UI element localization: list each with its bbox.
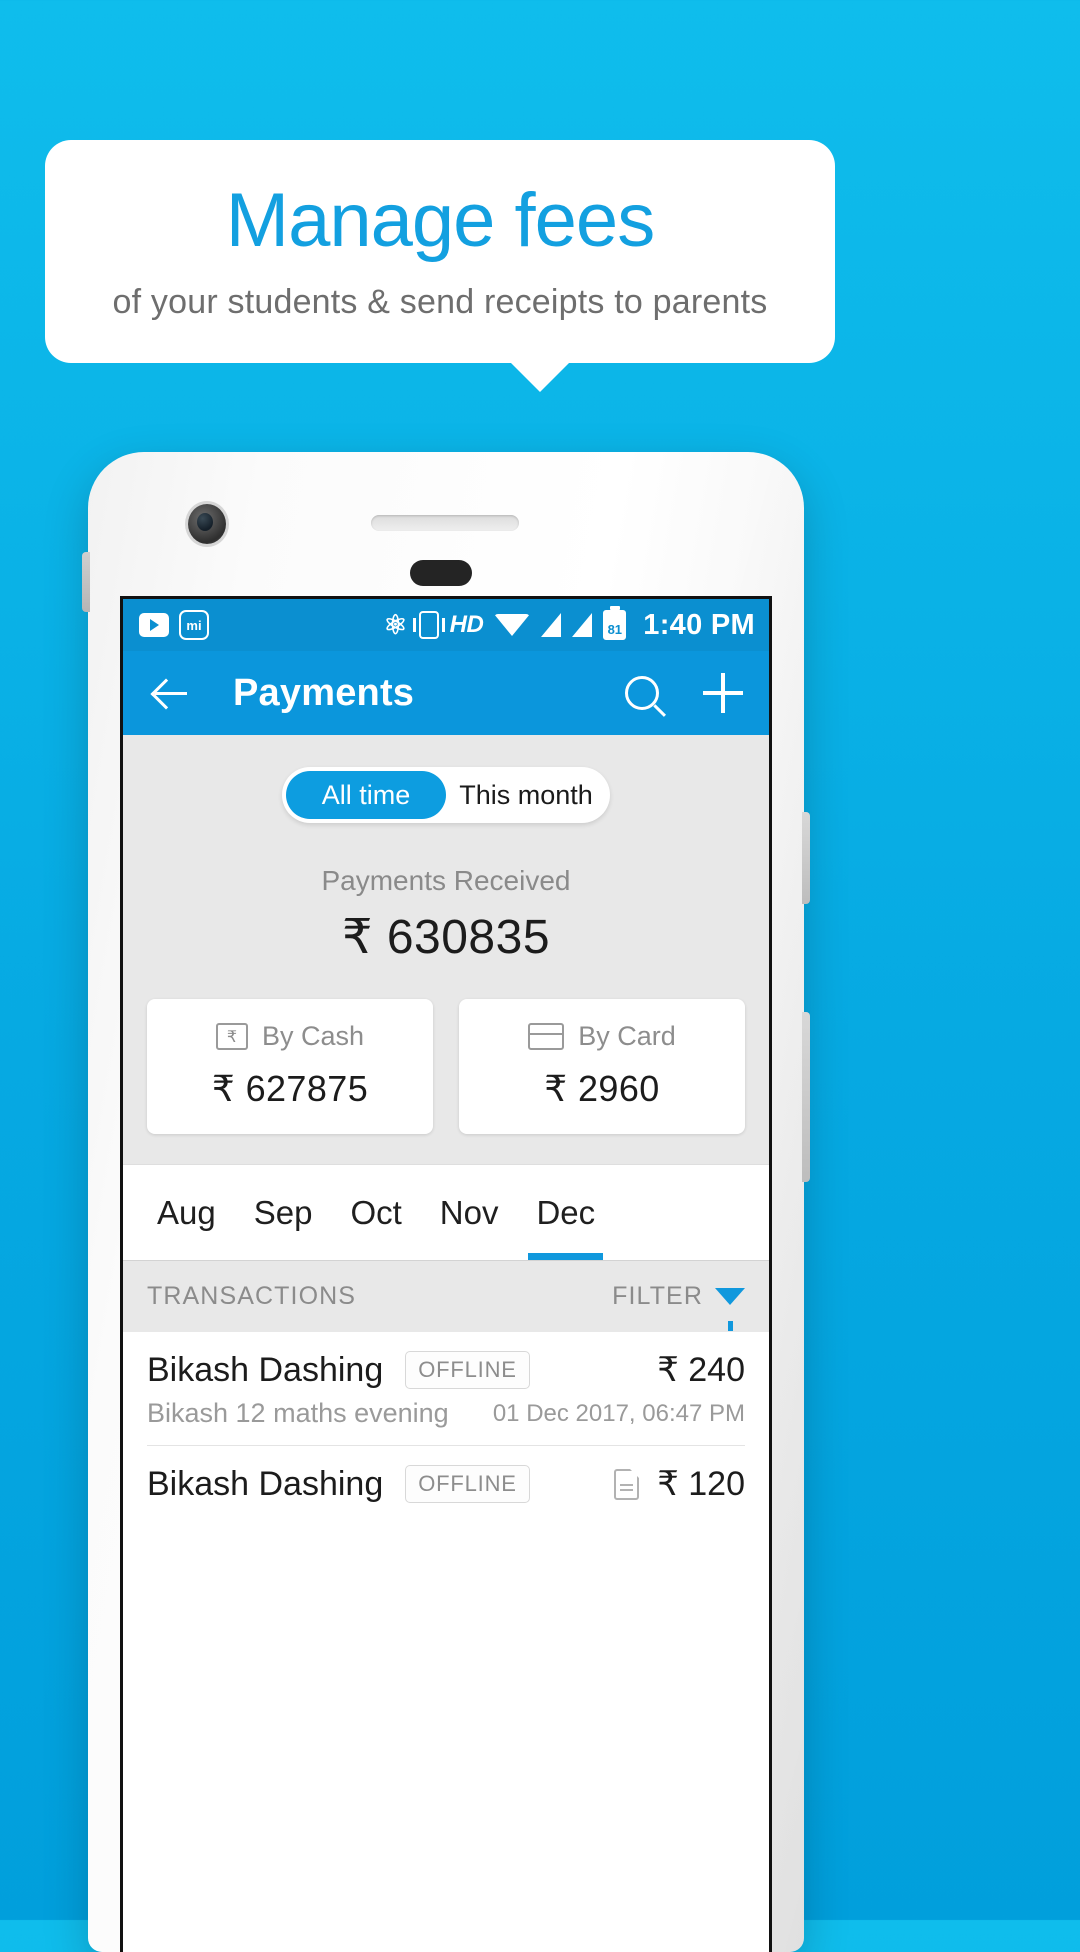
payments-received-amount: ₹ 630835	[341, 911, 551, 964]
transaction-primary-line: Bikash Dashing OFFLINE ₹ 240	[147, 1350, 745, 1390]
earpiece-speaker	[371, 515, 519, 531]
battery-level: 81	[607, 622, 623, 637]
wifi-icon	[494, 614, 531, 636]
by-card-card-header: By Card	[475, 1021, 729, 1052]
by-cash-card-header: ₹ By Cash	[163, 1021, 417, 1052]
transactions-header: TRANSACTIONS FILTER	[123, 1260, 769, 1332]
status-bar-clock: 1:40 PM	[643, 608, 755, 641]
by-card-label: By Card	[578, 1021, 676, 1051]
time-range-segmented-control: All time This month	[282, 767, 610, 823]
bluetooth-icon: ⚛	[383, 609, 408, 640]
app-bar-actions	[625, 673, 743, 713]
transaction-amount-group: ₹ 120	[614, 1464, 745, 1504]
phone-power-button	[802, 1012, 810, 1182]
proximity-sensor	[410, 560, 472, 586]
segment-this-month[interactable]: This month	[446, 771, 606, 819]
by-card-amount: ₹ 2960	[544, 1068, 660, 1109]
summary-section: All time This month Payments Received ₹ …	[123, 735, 769, 1164]
receipt-document-icon[interactable]	[614, 1468, 640, 1500]
by-card-card[interactable]: By Card ₹ 2960	[459, 999, 745, 1134]
funnel-icon	[715, 1288, 745, 1331]
table-row[interactable]: Bikash Dashing OFFLINE ₹ 240 Bikash 12 m…	[123, 1332, 769, 1446]
page-title: Payments	[233, 671, 415, 714]
transaction-primary-line: Bikash Dashing OFFLINE ₹ 120	[147, 1464, 745, 1504]
transactions-list: Bikash Dashing OFFLINE ₹ 240 Bikash 12 m…	[123, 1332, 769, 1504]
payment-method-cards: ₹ By Cash ₹ 627875 By Card ₹ 2960	[123, 965, 769, 1164]
phone-volume-button	[802, 812, 810, 904]
payments-received-label: Payments Received	[321, 865, 571, 896]
month-tab-nov[interactable]: Nov	[426, 1165, 513, 1260]
transaction-secondary-line: Bikash 12 maths evening 01 Dec 2017, 06:…	[147, 1390, 745, 1446]
status-badge: OFFLINE	[405, 1465, 530, 1503]
credit-card-icon	[528, 1023, 565, 1050]
month-tab-sep[interactable]: Sep	[240, 1165, 327, 1260]
month-tab-aug[interactable]: Aug	[143, 1165, 230, 1260]
status-bar-notifications: mi	[139, 610, 209, 640]
back-arrow-icon[interactable]	[149, 671, 193, 715]
table-row[interactable]: Bikash Dashing OFFLINE ₹ 120	[123, 1446, 769, 1504]
phone-mockup: mi ⚛ HD 81 1:40 PM Payments All time Thi…	[82, 452, 810, 1952]
status-bar: mi ⚛ HD 81 1:40 PM	[123, 599, 769, 651]
signal-icon-2	[572, 613, 593, 637]
filter-button[interactable]: FILTER	[612, 1282, 745, 1331]
transaction-date: 01 Dec 2017, 06:47 PM	[492, 1399, 745, 1427]
promo-callout-tail	[510, 362, 570, 392]
promo-subtitle: of your students & send receipts to pare…	[112, 282, 768, 321]
transaction-description: Bikash 12 maths evening	[147, 1398, 449, 1428]
by-cash-label: By Cash	[261, 1021, 365, 1051]
phone-left-button	[82, 552, 90, 612]
segment-all-time[interactable]: All time	[286, 771, 446, 819]
app-bar: Payments	[123, 651, 769, 735]
phone-screen: mi ⚛ HD 81 1:40 PM Payments All time Thi…	[120, 596, 772, 1952]
promo-callout: Manage fees of your students & send rece…	[45, 140, 835, 363]
month-tab-oct[interactable]: Oct	[336, 1165, 415, 1260]
filter-label: FILTER	[612, 1282, 703, 1310]
front-camera-icon	[188, 504, 226, 544]
month-tabs: Aug Sep Oct Nov Dec	[123, 1164, 769, 1260]
play-icon	[139, 613, 169, 637]
hd-icon: HD	[449, 611, 484, 638]
mi-icon: mi	[179, 610, 209, 640]
status-bar-system-icons: ⚛ HD 81 1:40 PM	[383, 609, 755, 642]
status-badge: OFFLINE	[405, 1351, 530, 1389]
transaction-name: Bikash Dashing	[147, 1464, 384, 1503]
promo-title: Manage fees	[225, 178, 655, 264]
transaction-name: Bikash Dashing	[147, 1350, 384, 1389]
transaction-amount: ₹ 120	[657, 1465, 745, 1503]
transaction-amount-group: ₹ 240	[657, 1350, 745, 1390]
battery-icon: 81	[603, 610, 627, 640]
by-cash-card[interactable]: ₹ By Cash ₹ 627875	[147, 999, 433, 1134]
vibrate-icon	[412, 611, 445, 639]
search-icon[interactable]	[625, 676, 659, 710]
transaction-amount: ₹ 240	[657, 1351, 745, 1389]
signal-icon-1	[541, 613, 562, 637]
by-cash-amount: ₹ 627875	[211, 1068, 369, 1109]
rupee-box-icon: ₹	[215, 1023, 248, 1050]
transactions-label: TRANSACTIONS	[147, 1282, 357, 1310]
plus-icon[interactable]	[703, 673, 743, 713]
month-tab-dec[interactable]: Dec	[522, 1165, 609, 1260]
